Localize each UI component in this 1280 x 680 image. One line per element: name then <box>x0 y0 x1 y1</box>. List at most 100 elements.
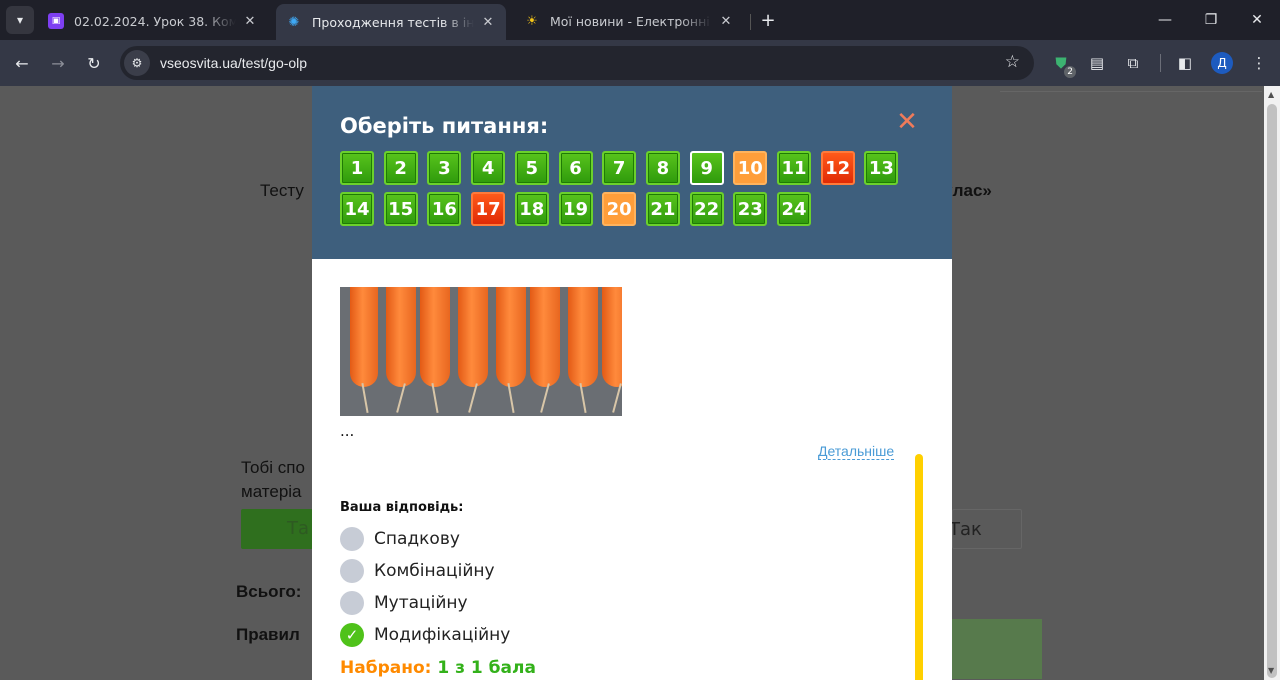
question-button[interactable]: 9 <box>689 151 724 185</box>
correct-label: Правил <box>236 625 300 644</box>
carrot-root <box>540 383 550 413</box>
tab-search-button[interactable]: ▾ <box>6 6 34 34</box>
extension-badge: 2 <box>1064 66 1076 78</box>
toolbar-divider <box>1160 54 1161 72</box>
reload-button[interactable]: ↻ <box>80 49 108 77</box>
close-window-button[interactable]: ✕ <box>1234 0 1280 40</box>
question-ellipsis: ... <box>340 422 355 440</box>
answer-option-label: Комбінаційну <box>374 561 495 581</box>
tab-separator <box>750 14 751 30</box>
tab-lesson[interactable]: ▣ 02.02.2024. Урок 38. Комбінативна ✕ <box>38 6 268 36</box>
scrollbar-thumb[interactable] <box>1267 104 1277 678</box>
tab-news[interactable]: ☀ Мої новини - Електронні щоденники ✕ <box>514 6 744 36</box>
classroom-icon: ▣ <box>48 13 64 29</box>
scroll-down-arrow-icon[interactable]: ▼ <box>1268 666 1274 675</box>
scroll-up-arrow-icon[interactable]: ▲ <box>1268 90 1274 99</box>
bg-top-line <box>1000 86 1262 92</box>
radio-unchecked[interactable] <box>340 591 364 615</box>
answer-option[interactable]: ✓ Модифікаційну <box>340 623 510 647</box>
back-button[interactable]: ← <box>8 49 36 77</box>
tab-strip: ▾ ▣ 02.02.2024. Урок 38. Комбінативна ✕ … <box>0 0 1280 40</box>
menu-kebab-icon[interactable]: ⋮ <box>1246 50 1272 76</box>
extension-app-icon[interactable]: ▤ <box>1084 50 1110 76</box>
carrot-shape <box>420 287 450 387</box>
carrot-shape <box>386 287 416 387</box>
extensions-puzzle-icon[interactable]: ⧉ <box>1120 50 1146 76</box>
close-icon[interactable]: ✕ <box>480 14 496 30</box>
question-button[interactable]: 23 <box>733 192 768 226</box>
score-label: Набрано: <box>340 658 432 678</box>
tab-title: Мої новини - Електронні щоденники <box>550 13 712 29</box>
restore-button[interactable]: ❐ <box>1188 0 1234 40</box>
question-button[interactable]: 13 <box>864 151 899 185</box>
extension-shield-icon[interactable]: ⛊ 2 <box>1048 50 1076 78</box>
close-icon[interactable]: ✕ <box>718 13 734 29</box>
question-button[interactable]: 18 <box>514 192 549 226</box>
question-button[interactable]: 24 <box>777 192 811 226</box>
bookmark-star-icon[interactable]: ☆ <box>1005 52 1020 72</box>
question-button[interactable]: 7 <box>602 151 637 185</box>
carrot-root <box>612 383 622 413</box>
question-button[interactable]: 5 <box>514 151 549 185</box>
question-button[interactable]: 3 <box>427 151 462 185</box>
details-link[interactable]: Детальніше <box>818 443 895 460</box>
carrot-root <box>361 383 369 413</box>
site-info-icon[interactable]: ⚙ <box>124 50 150 76</box>
tab-title: 02.02.2024. Урок 38. Комбінативна <box>74 13 236 29</box>
question-button[interactable]: 11 <box>777 151 811 185</box>
score-value: 1 з 1 бала <box>437 658 536 678</box>
new-tab-button[interactable]: + <box>756 8 780 32</box>
carrot-shape <box>496 287 526 387</box>
question-button[interactable]: 14 <box>340 192 374 226</box>
bg-right-button-label: Так <box>949 519 982 540</box>
bg-left-button-label: Та <box>287 518 310 539</box>
address-bar[interactable]: ⚙ vseosvita.ua/test/go-olp ☆ <box>120 46 1034 80</box>
question-button[interactable]: 12 <box>820 151 855 185</box>
carrot-shape <box>568 287 598 387</box>
carrot-shape <box>350 287 378 387</box>
forward-button[interactable]: → <box>44 49 72 77</box>
question-button[interactable]: 6 <box>558 151 593 185</box>
close-icon[interactable]: ✕ <box>896 109 918 135</box>
answer-option-label: Мутаційну <box>374 593 468 613</box>
minimize-button[interactable]: — <box>1142 0 1188 40</box>
close-icon[interactable]: ✕ <box>242 13 258 29</box>
score: Набрано: 1 з 1 бала <box>340 658 536 678</box>
page-heading-start: Тесту <box>260 181 304 200</box>
question-button[interactable]: 4 <box>471 151 506 185</box>
page-scrollbar[interactable]: ▲ ▼ <box>1264 86 1280 680</box>
tab-title: Проходження тестів в інтерактивному режи… <box>312 14 474 30</box>
answer-option[interactable]: Комбінаційну <box>340 559 495 583</box>
question-button[interactable]: 22 <box>689 192 724 226</box>
question-button[interactable]: 1 <box>340 151 374 185</box>
question-button[interactable]: 2 <box>383 151 418 185</box>
side-panel-icon[interactable]: ◧ <box>1172 50 1198 76</box>
total-label: Всього: <box>236 582 302 601</box>
radio-unchecked[interactable] <box>340 527 364 551</box>
question-button[interactable]: 16 <box>427 192 462 226</box>
lightbulb-icon: ☀ <box>526 13 538 29</box>
carrot-shape <box>458 287 488 387</box>
answer-label: Ваша відповідь: <box>340 500 464 515</box>
question-image <box>340 287 622 416</box>
question-button[interactable]: 17 <box>471 192 506 226</box>
carrot-root <box>507 383 515 413</box>
checkmark-icon[interactable]: ✓ <box>340 623 364 647</box>
tab-test[interactable]: ✺ Проходження тестів в інтерактивному ре… <box>276 4 506 40</box>
radio-unchecked[interactable] <box>340 559 364 583</box>
page-line-1: Тобі спо <box>241 458 305 477</box>
carrot-root <box>431 383 439 413</box>
question-button[interactable]: 15 <box>383 192 418 226</box>
bg-green-block <box>952 619 1042 679</box>
answer-option[interactable]: Спадкову <box>340 527 460 551</box>
bg-right-button[interactable]: Так <box>949 509 1022 549</box>
question-button[interactable]: 20 <box>602 192 637 226</box>
question-button[interactable]: 21 <box>645 192 680 226</box>
question-button[interactable]: 8 <box>645 151 680 185</box>
modal-title: Оберіть питання: <box>340 114 549 138</box>
bg-left-button[interactable]: Та <box>241 509 313 549</box>
question-button[interactable]: 10 <box>733 151 768 185</box>
question-button[interactable]: 19 <box>558 192 593 226</box>
profile-avatar[interactable]: Д <box>1211 52 1233 74</box>
answer-option[interactable]: Мутаційну <box>340 591 468 615</box>
